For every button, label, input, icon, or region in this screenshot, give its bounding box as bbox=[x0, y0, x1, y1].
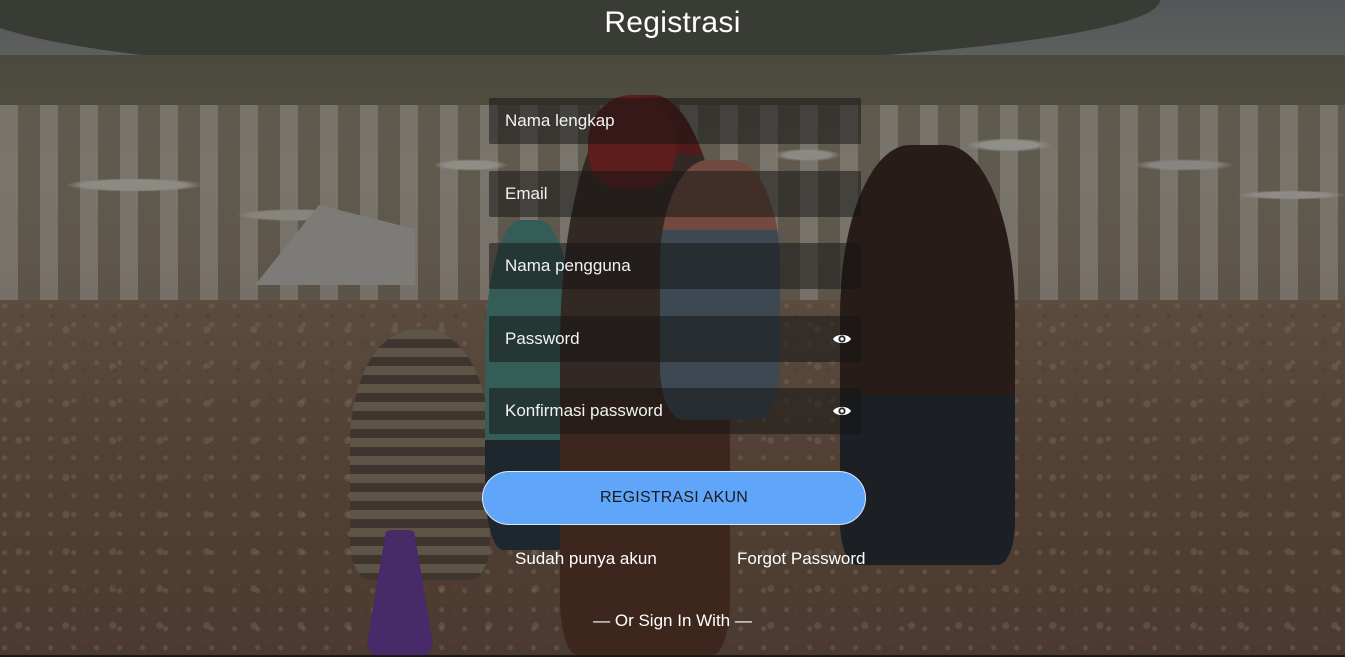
email-input[interactable] bbox=[489, 170, 861, 217]
confirm-password-field-wrapper bbox=[489, 388, 861, 434]
password-field-wrapper bbox=[489, 315, 861, 362]
password-input[interactable] bbox=[489, 315, 861, 362]
confirm-password-input[interactable] bbox=[489, 388, 861, 434]
username-input[interactable] bbox=[489, 243, 861, 289]
eye-icon[interactable] bbox=[831, 329, 853, 349]
login-link[interactable]: Sudah punya akun bbox=[515, 548, 657, 570]
fullname-input[interactable] bbox=[489, 98, 861, 144]
eye-icon[interactable] bbox=[831, 401, 853, 421]
register-button[interactable]: REGISTRASI AKUN bbox=[482, 471, 866, 525]
eye-icon-graphic bbox=[833, 334, 851, 343]
page-title: Registrasi bbox=[604, 6, 741, 39]
email-field-wrapper bbox=[489, 170, 861, 217]
forgot-password-link[interactable]: Forgot Password bbox=[737, 548, 866, 570]
eye-icon-graphic bbox=[833, 406, 851, 416]
registration-form bbox=[489, 98, 861, 461]
username-field-wrapper bbox=[489, 243, 861, 289]
social-signin-divider: — Or Sign In With — bbox=[593, 611, 752, 630]
fullname-field-wrapper bbox=[489, 98, 861, 144]
